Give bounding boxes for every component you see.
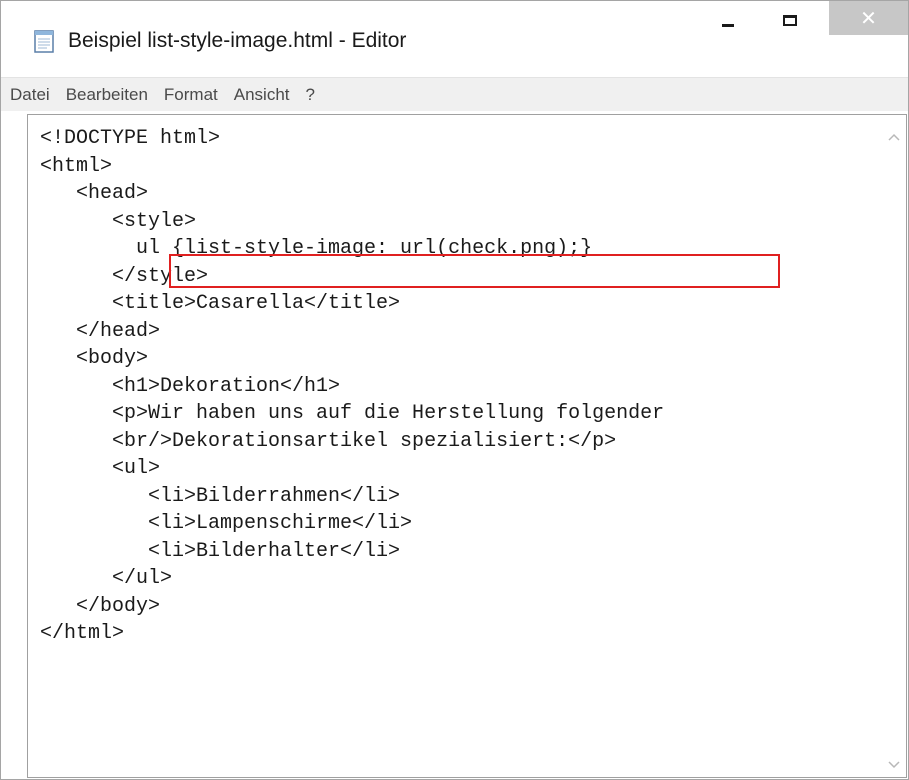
notepad-icon[interactable]: [32, 29, 56, 53]
minimize-button[interactable]: [705, 5, 751, 35]
code-line: <!DOCTYPE html>: [40, 127, 221, 150]
code-line: <li>Lampenschirme</li>: [40, 512, 413, 535]
code-line: <p>Wir haben uns auf die Herstellung fol…: [40, 402, 665, 425]
maximize-button[interactable]: [767, 5, 813, 35]
code-line: <ul>: [40, 457, 161, 480]
code-line: <li>Bilderrahmen</li>: [40, 484, 401, 508]
menu-ansicht[interactable]: Ansicht: [226, 85, 298, 105]
menu-datei[interactable]: Datei: [1, 85, 58, 105]
code-line: <h1>Dekoration</h1>: [40, 374, 341, 398]
code-line: </body>: [40, 594, 161, 618]
window-title: Beispiel list-style-image.html - Editor: [68, 29, 407, 52]
chevron-down-icon[interactable]: [888, 755, 900, 769]
code-text[interactable]: <!DOCTYPE html> <html> <head> <style> ul …: [40, 125, 664, 648]
menu-bearbeiten[interactable]: Bearbeiten: [58, 85, 156, 105]
menu-bar: Datei Bearbeiten Format Ansicht ?: [1, 77, 908, 111]
code-line: </html>: [40, 622, 125, 645]
code-line: <body>: [40, 347, 149, 370]
code-line: <li>Bilderhalter</li>: [40, 539, 401, 563]
close-button[interactable]: ✕: [829, 1, 908, 35]
code-line: <head>: [40, 182, 149, 205]
text-editor-area[interactable]: <!DOCTYPE html> <html> <head> <style> ul …: [27, 114, 907, 778]
minimize-icon: [722, 23, 734, 27]
close-icon: ✕: [860, 6, 877, 30]
title-bar[interactable]: Beispiel list-style-image.html - Editor …: [1, 1, 908, 77]
code-line: <title>Casarella</title>: [40, 292, 401, 315]
editor-window: Beispiel list-style-image.html - Editor …: [0, 0, 909, 780]
maximize-icon: [783, 14, 797, 26]
code-line: <style>: [40, 209, 197, 233]
code-line: <br/>Dekorationsartikel spezialisiert:</…: [40, 429, 617, 453]
menu-help[interactable]: ?: [298, 85, 323, 105]
code-line: </head>: [40, 319, 161, 343]
code-line: </ul>: [40, 567, 173, 590]
chevron-up-icon[interactable]: [888, 127, 900, 141]
highlight-box: [169, 254, 780, 288]
menu-format[interactable]: Format: [156, 85, 226, 105]
code-line: <html>: [40, 154, 113, 178]
